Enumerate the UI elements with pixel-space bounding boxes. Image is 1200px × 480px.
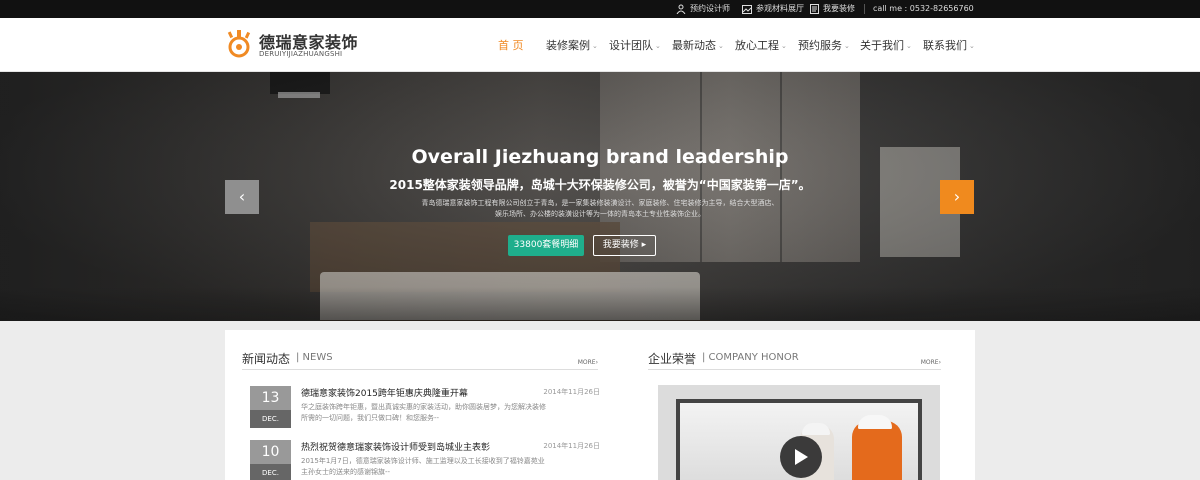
nav-item-label: 设计团队 <box>609 39 653 52</box>
news-item[interactable]: 10 DEC. 热烈祝贺德意瑞家装饰设计师受到岛城业主表彰 2014年11月26… <box>250 440 600 480</box>
package-details-button[interactable]: 33800套餐明细 <box>508 235 584 256</box>
logo-mark-icon <box>227 30 251 58</box>
news-date: 2014年11月26日 <box>543 388 600 396</box>
honor-section-title: 企业荣誉 <box>648 352 697 366</box>
play-icon <box>795 449 808 465</box>
nav-item-label: 装修案例 <box>546 39 590 52</box>
play-button[interactable] <box>780 436 822 478</box>
news-month: DEC. <box>250 464 291 480</box>
news-section-title-en: | NEWS <box>296 352 333 363</box>
nav-item-label: 联系我们 <box>923 39 967 52</box>
image-icon <box>742 4 752 14</box>
topbar-divider <box>864 4 865 14</box>
chevron-down-icon: ⌄ <box>592 42 598 50</box>
nav-item-news[interactable]: 最新动态 ⌄ <box>672 36 724 56</box>
contact-phone: call me : 0532-82656760 <box>873 4 974 13</box>
nav-item-about[interactable]: 关于我们 ⌄ <box>860 36 912 56</box>
news-excerpt: 2015年1月7日，德意瑞家装饰设计师、施工监理以及工长接收到了福铃嘉苑业主孙女… <box>301 457 545 476</box>
site-logo[interactable]: 德瑞意家装饰 DERUIYIJIAZHUANGSHI <box>226 29 366 67</box>
honor-more-link[interactable]: MORE› <box>921 359 941 366</box>
person-icon <box>676 4 686 14</box>
chevron-down-icon: ⌄ <box>906 42 912 50</box>
hero-description: 青岛德瑞意家装饰工程有限公司创立于青岛，是一家集装修装潢设计、家庭装修、住宅装修… <box>421 199 779 218</box>
nav-item-design-team[interactable]: 设计团队 ⌄ <box>609 36 661 56</box>
chevron-left-icon: ‹ <box>238 187 246 206</box>
chevron-down-icon: ⌄ <box>969 42 975 50</box>
honor-section: 企业荣誉 | COMPANY HONOR MORE› <box>648 348 941 480</box>
news-title[interactable]: 热烈祝贺德意瑞家装饰设计师受到岛城业主表彰 <box>301 440 490 453</box>
hero-banner: Overall Jiezhuang brand leadership 2015整… <box>0 72 1200 321</box>
visit-showroom-label: 参观材料展厅 <box>756 4 804 13</box>
content-panel: 新闻动态 | NEWS MORE› 13 DEC. 德瑞意家装饰2015跨年钜惠… <box>225 330 975 480</box>
book-designer-label: 预约设计师 <box>690 4 730 13</box>
news-more-link[interactable]: MORE› <box>578 359 598 366</box>
nav-item-contact[interactable]: 联系我们 ⌄ <box>923 36 975 56</box>
chevron-down-icon: ⌄ <box>655 42 661 50</box>
banner-overlay <box>0 72 1200 321</box>
news-title[interactable]: 德瑞意家装饰2015跨年钜惠庆典隆重开幕 <box>301 386 468 399</box>
video-thumbnail <box>680 403 918 480</box>
honor-video-frame <box>658 385 940 480</box>
thumbnail-hardhat <box>802 423 830 435</box>
news-day: 10 <box>250 440 291 464</box>
news-date-badge: 10 DEC. <box>250 440 291 480</box>
news-section-header: 新闻动态 | NEWS MORE› <box>242 348 598 370</box>
chevron-down-icon: ⌄ <box>718 42 724 50</box>
hero-title: Overall Jiezhuang brand leadership <box>411 146 789 168</box>
honor-section-title-en: | COMPANY HONOR <box>702 352 799 363</box>
nav-item-label: 关于我们 <box>860 39 904 52</box>
site-header: 德瑞意家装饰 DERUIYIJIAZHUANGSHI 首 页 装修案例 ⌄ 设计团… <box>0 18 1200 72</box>
nav-item-projects[interactable]: 放心工程 ⌄ <box>735 36 787 56</box>
honor-video[interactable] <box>676 399 922 480</box>
thumbnail-worker-figure <box>852 421 902 480</box>
nav-item-booking[interactable]: 预约服务 ⌄ <box>798 36 850 56</box>
honor-section-header: 企业荣誉 | COMPANY HONOR MORE› <box>648 348 941 370</box>
news-section-title: 新闻动态 <box>242 352 291 366</box>
news-day: 13 <box>250 386 291 410</box>
want-renovation-button[interactable]: 我要装修 ▸ <box>593 235 656 256</box>
top-utility-bar: 预约设计师 参观材料展厅 我要装修 call me : 0532-8265676… <box>0 0 1200 18</box>
book-designer-link[interactable]: 预约设计师 <box>676 0 730 18</box>
hero-subtitle: 2015整体家装领导品牌，岛城十大环保装修公司，被誉为“中国家装第一店”。 <box>389 178 811 192</box>
document-icon <box>810 4 819 14</box>
nav-item-cases[interactable]: 装修案例 ⌄ <box>546 36 598 56</box>
want-renovation-label: 我要装修 <box>823 4 855 13</box>
nav-item-home[interactable]: 首 页 <box>498 36 524 56</box>
news-date: 2014年11月26日 <box>543 442 600 450</box>
news-section: 新闻动态 | NEWS MORE› 13 DEC. 德瑞意家装饰2015跨年钜惠… <box>242 348 600 480</box>
nav-item-label: 首 页 <box>498 39 524 52</box>
nav-item-label: 放心工程 <box>735 39 779 52</box>
nav-item-label: 最新动态 <box>672 39 716 52</box>
chevron-right-icon: › <box>953 187 961 206</box>
carousel-prev-button[interactable]: ‹ <box>225 180 259 214</box>
visit-showroom-link[interactable]: 参观材料展厅 <box>742 0 804 18</box>
thumbnail-hardhat <box>858 415 892 429</box>
want-renovation-link[interactable]: 我要装修 <box>810 0 855 18</box>
chevron-down-icon: ⌄ <box>781 42 787 50</box>
chevron-down-icon: ⌄ <box>844 42 850 50</box>
logo-name-en: DERUIYIJIAZHUANGSHI <box>259 50 343 58</box>
carousel-next-button[interactable]: › <box>940 180 974 214</box>
nav-item-label: 预约服务 <box>798 39 842 52</box>
news-date-badge: 13 DEC. <box>250 386 291 428</box>
news-month: DEC. <box>250 410 291 428</box>
news-item[interactable]: 13 DEC. 德瑞意家装饰2015跨年钜惠庆典隆重开幕 2014年11月26日… <box>250 386 600 428</box>
news-excerpt: 华之庭装饰跨年钜惠，暨出真诚实惠的家装活动，助你圆装居梦，为您解决装修所需的一切… <box>301 403 546 422</box>
